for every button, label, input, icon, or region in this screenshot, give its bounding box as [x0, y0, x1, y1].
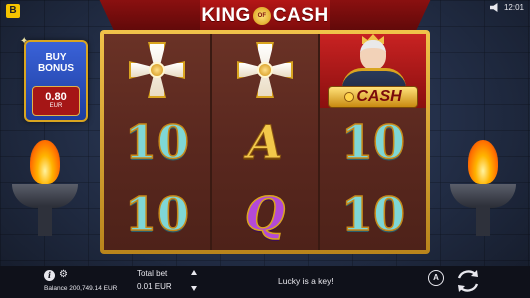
cross-symbol-icon [237, 42, 293, 98]
buy-label: BUY [45, 52, 67, 63]
reel-cell: 10 [104, 178, 210, 250]
reels-frame: 10 10 A Q CASH 10 10 [100, 30, 430, 254]
reel-cell: CASH [320, 34, 426, 108]
total-bet-value: 0.01 EUR [137, 282, 172, 291]
symbol-10: 10 [340, 187, 406, 241]
symbol-10: 10 [340, 115, 406, 169]
brand-badge: B [6, 4, 20, 18]
autoplay-button[interactable]: A [428, 270, 444, 286]
left-torch [8, 140, 82, 250]
cash-label: CASH [328, 86, 418, 108]
flame-icon [468, 140, 498, 184]
spin-button[interactable] [453, 266, 483, 296]
symbol-10: 10 [124, 187, 190, 241]
coin-icon [344, 91, 355, 102]
symbol-10: 10 [124, 115, 190, 169]
reel-cell: Q [212, 178, 318, 250]
reel-cell: 10 [320, 178, 426, 250]
speaker-icon[interactable] [489, 3, 498, 12]
bonus-label: BONUS [37, 63, 75, 74]
reel-cell: 10 [104, 106, 210, 178]
reel-cell: 10 [320, 106, 426, 178]
price-currency: EUR [49, 103, 63, 109]
game-logo: KING OF CASH [200, 0, 330, 34]
status-bar: 12:01 [489, 3, 524, 12]
bottom-bar: i ⚙ Balance 200,749.14 EUR Total bet 0.0… [0, 266, 530, 298]
clock: 12:01 [503, 3, 524, 12]
game-scene: B 12:01 KING OF CASH ✦ BUY BONUS 0.80 EU… [0, 0, 530, 298]
reels-grid: 10 10 A Q CASH 10 10 [104, 34, 426, 250]
price-value: 0.80 [45, 91, 67, 103]
gear-icon[interactable]: ⚙ [59, 270, 69, 280]
spin-icon [457, 270, 479, 292]
bet-decrease-icon[interactable] [191, 286, 197, 291]
right-torch [446, 140, 520, 250]
logo-king: KING [201, 5, 251, 26]
symbol-q: Q [244, 187, 286, 241]
info-icon[interactable]: i [44, 270, 55, 281]
cross-symbol-icon [129, 42, 185, 98]
symbol-a: A [247, 115, 284, 169]
balance: Balance 200,749.14 EUR [44, 285, 118, 292]
reel-cell: A [212, 106, 318, 178]
buy-bonus-button[interactable]: BUY BONUS 0.80 EUR [24, 40, 88, 122]
reel-2: AQ [212, 34, 318, 250]
flame-icon [30, 140, 60, 184]
reel-cell [212, 34, 318, 106]
buy-bonus-price: 0.80 EUR [32, 86, 80, 116]
logo-of: OF [252, 7, 271, 25]
message-text: Lucky is a key! [278, 276, 334, 286]
total-bet-label: Total bet [137, 269, 168, 278]
reel-1: 10 10 [104, 34, 210, 250]
logo-cash: CASH [272, 5, 329, 26]
bet-increase-icon[interactable] [191, 270, 197, 275]
cash-text: CASH [356, 88, 402, 105]
king-cash-symbol: CASH [320, 34, 426, 108]
reel-3: CASH 10 10 [320, 34, 426, 250]
reel-cell [104, 34, 210, 106]
